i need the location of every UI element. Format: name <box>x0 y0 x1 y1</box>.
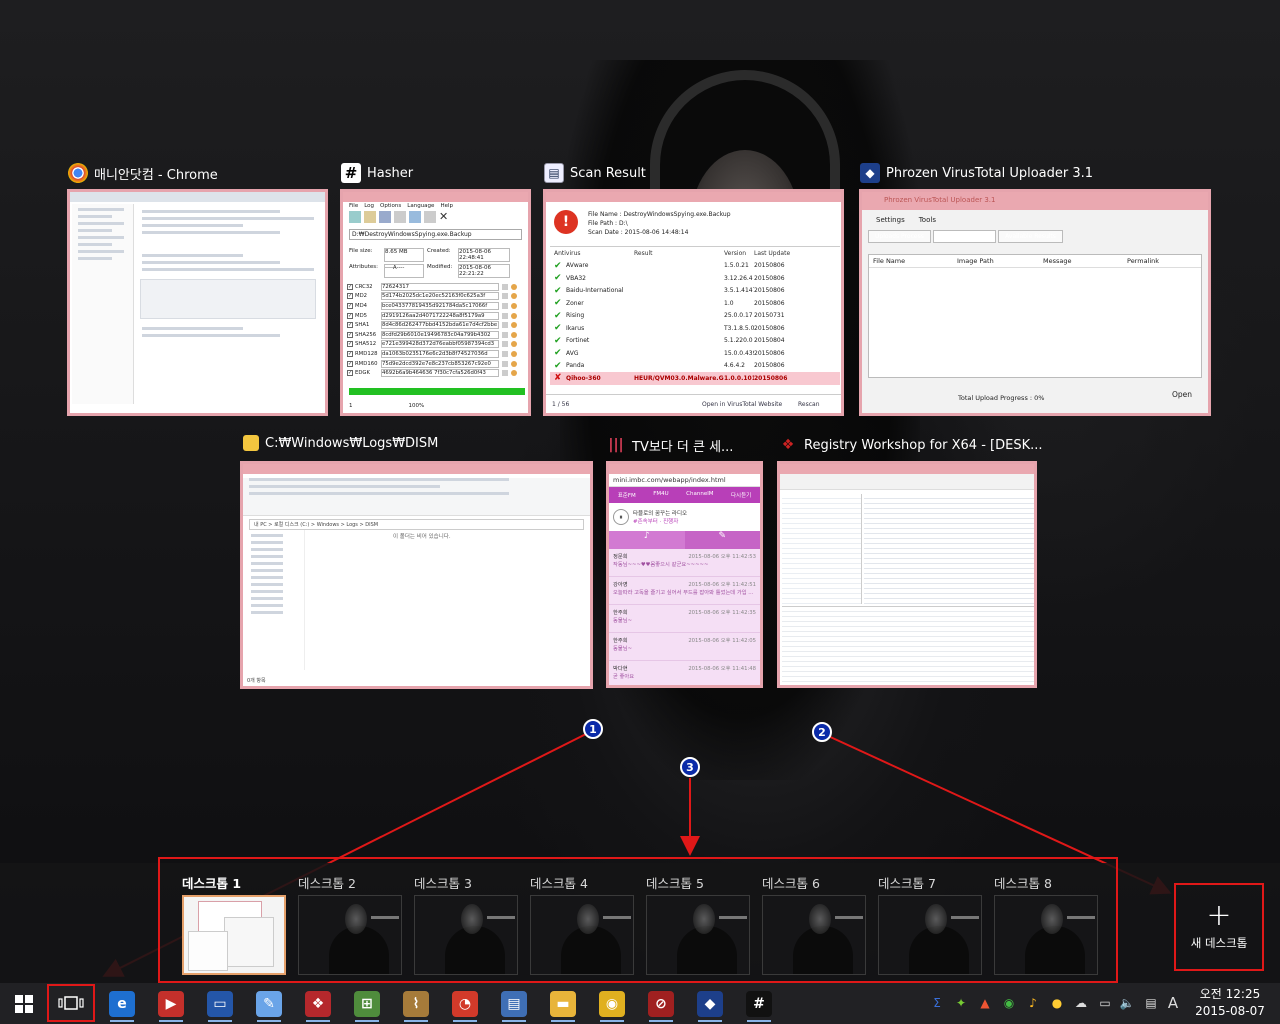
taskbar-app-edge[interactable]: e <box>104 986 140 1022</box>
desktop-label: 데스크톱 1 <box>182 876 242 891</box>
desktop-thumbnail[interactable] <box>530 895 634 975</box>
taskbar-app-chart[interactable]: ◔ <box>447 986 483 1022</box>
ime-indicator[interactable]: A <box>1164 994 1182 1012</box>
chrome-icon: ◉ <box>599 991 625 1017</box>
annotation-badge-3: 3 <box>680 757 700 777</box>
notification-icon[interactable]: ▤ <box>1142 994 1160 1012</box>
annotation-badge-1: 1 <box>583 719 603 739</box>
desktop-4[interactable]: 데스크톱 4 <box>530 873 638 975</box>
start-button[interactable] <box>6 986 42 1022</box>
taskbar-app-no-sign[interactable]: ⊘ <box>643 986 679 1022</box>
taskbar-app-chrome[interactable]: ◉ <box>594 986 630 1022</box>
desktop-6[interactable]: 데스크톱 6 <box>762 873 870 975</box>
clock[interactable]: 오전 12:25 2015-08-07 <box>1192 986 1268 1020</box>
volume-icon[interactable]: 🔈 <box>1118 994 1136 1012</box>
annotation-badge-2: 2 <box>812 722 832 742</box>
desktop-label: 데스크톱 7 <box>878 876 936 891</box>
taskbar-app-virtualbox[interactable]: ▭ <box>202 986 238 1022</box>
tray-music-icon[interactable]: ♪ <box>1024 994 1042 1012</box>
desktop-thumbnail[interactable] <box>298 895 402 975</box>
new-desktop-label: 새 데스크톱 <box>1190 936 1248 950</box>
edge-icon: e <box>109 991 135 1017</box>
desktop-label: 데스크톱 8 <box>994 876 1052 891</box>
taskbar-app-registry-workshop[interactable]: ❖ <box>300 986 336 1022</box>
desktop-thumbnail[interactable] <box>762 895 866 975</box>
taskbar-app-youtube[interactable]: ▶ <box>153 986 189 1022</box>
sigma-icon[interactable]: Σ <box>928 994 946 1012</box>
taskbar-app-file-explorer[interactable]: ▬ <box>545 986 581 1022</box>
taskbar-app-hash[interactable]: # <box>741 986 777 1022</box>
desktop-8[interactable]: 데스크톱 8 <box>994 873 1102 975</box>
task-view-button[interactable] <box>47 984 95 1022</box>
taskbar-app-windows-tool[interactable]: ⊞ <box>349 986 385 1022</box>
registry-workshop-icon: ❖ <box>305 991 331 1017</box>
tray-globe-icon[interactable]: ◉ <box>1000 994 1018 1012</box>
desktop-thumbnail[interactable] <box>414 895 518 975</box>
clock-date: 2015-08-07 <box>1195 1004 1265 1018</box>
new-desktop-button[interactable]: + 새 데스크톱 <box>1174 883 1264 971</box>
youtube-icon: ▶ <box>158 991 184 1017</box>
desktop-thumbnail[interactable] <box>878 895 982 975</box>
desktop-thumbnail[interactable] <box>182 895 286 975</box>
desktop-5[interactable]: 데스크톱 5 <box>646 873 754 975</box>
broom-icon: ⌇ <box>403 991 429 1017</box>
desktop-2[interactable]: 데스크톱 2 <box>298 873 406 975</box>
taskbar-app-shield[interactable]: ◆ <box>692 986 728 1022</box>
hash-icon: # <box>746 991 772 1017</box>
desktop-7[interactable]: 데스크톱 7 <box>878 873 986 975</box>
no-sign-icon: ⊘ <box>648 991 674 1017</box>
network-icon[interactable]: ▭ <box>1096 994 1114 1012</box>
task-view-icon <box>58 996 84 1010</box>
shield-icon: ◆ <box>697 991 723 1017</box>
chart-icon: ◔ <box>452 991 478 1017</box>
desktop-label: 데스크톱 4 <box>530 876 588 891</box>
desktop-1[interactable]: 데스크톱 1 <box>182 873 290 975</box>
windows-tool-icon: ⊞ <box>354 991 380 1017</box>
taskbar-app-broom[interactable]: ⌇ <box>398 986 434 1022</box>
desktop-3[interactable]: 데스크톱 3 <box>414 873 522 975</box>
tray-badge-icon[interactable]: ● <box>1048 994 1066 1012</box>
clock-time: 오전 12:25 <box>1199 987 1261 1001</box>
notepad-icon: ✎ <box>256 991 282 1017</box>
desktop-label: 데스크톱 6 <box>762 876 820 891</box>
plus-icon: + <box>1206 898 1232 933</box>
file-explorer-icon: ▬ <box>550 991 576 1017</box>
start-icon <box>15 995 33 1013</box>
tray-triangle-icon[interactable]: ▲ <box>976 994 994 1012</box>
desktop-label: 데스크톱 5 <box>646 876 704 891</box>
desktop-thumbnail[interactable] <box>646 895 750 975</box>
virtualbox-icon: ▭ <box>207 991 233 1017</box>
taskbar-app-document[interactable]: ▤ <box>496 986 532 1022</box>
tray-cloud-icon[interactable]: ☁ <box>1072 994 1090 1012</box>
tray-app-icon[interactable]: ✦ <box>952 994 970 1012</box>
desktop-label: 데스크톱 2 <box>298 876 356 891</box>
desktop-thumbnail[interactable] <box>994 895 1098 975</box>
desktop-label: 데스크톱 3 <box>414 876 472 891</box>
document-icon: ▤ <box>501 991 527 1017</box>
taskbar-app-notepad[interactable]: ✎ <box>251 986 287 1022</box>
